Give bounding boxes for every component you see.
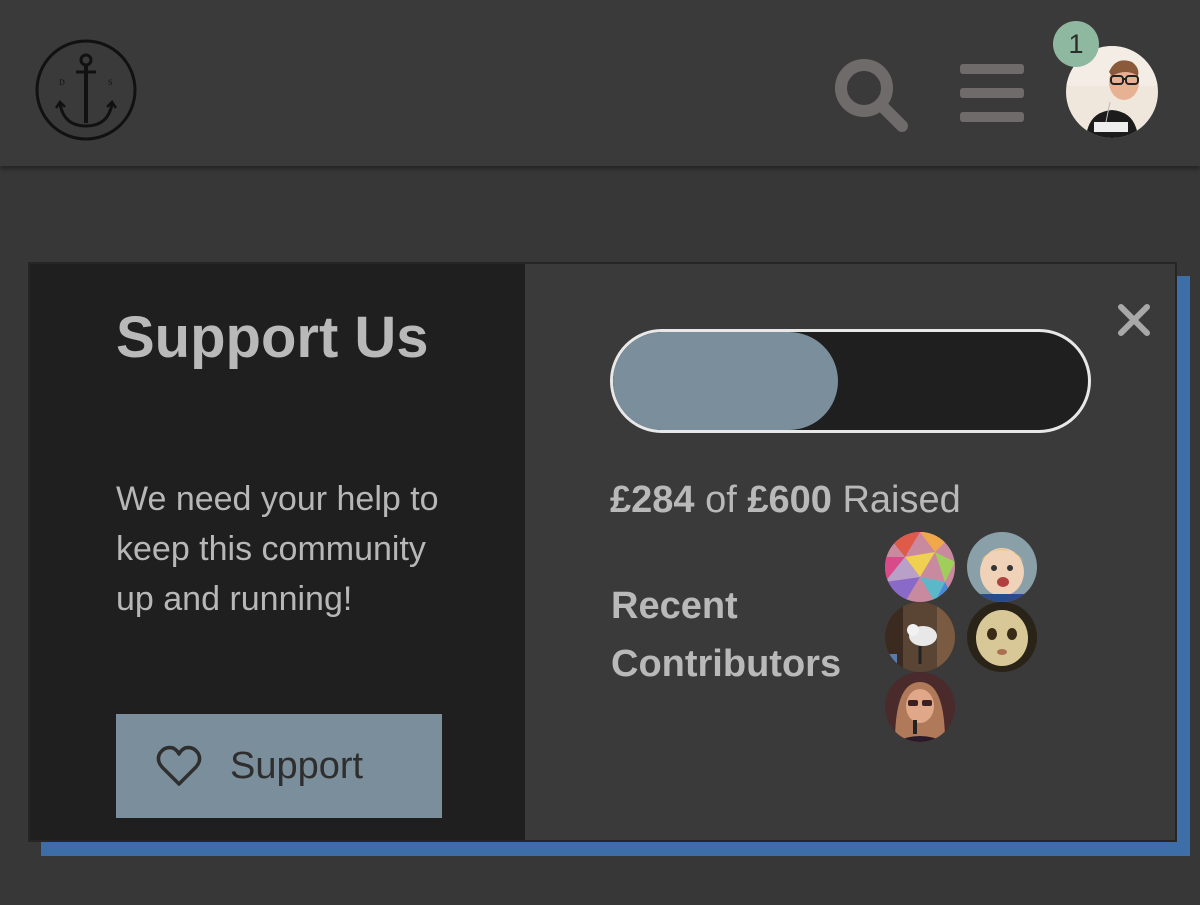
raised-amount: £284	[610, 479, 695, 521]
support-button-label: Support	[230, 744, 364, 787]
support-card: Support Us We need your help to keep thi…	[28, 262, 1177, 842]
top-header: D S 1	[0, 0, 1200, 166]
support-description: We need your help to keep this community…	[116, 480, 439, 618]
anchor-logo-icon[interactable]: D S	[34, 38, 138, 142]
contributor-avatar[interactable]	[885, 532, 955, 602]
logo-letter-d: D	[59, 78, 65, 87]
raised-summary: £284 of £600 Raised	[610, 477, 961, 523]
close-icon[interactable]	[1114, 300, 1154, 340]
search-icon[interactable]	[832, 56, 912, 136]
raised-suffix: Raised	[842, 479, 961, 521]
contributor-avatar[interactable]	[967, 532, 1037, 602]
recent-contributors-label: Recent Contributors	[611, 585, 842, 685]
logo-letter-s: S	[108, 78, 112, 87]
contributor-avatar[interactable]	[967, 602, 1037, 672]
notification-badge[interactable]: 1	[1053, 21, 1099, 67]
contributor-avatar[interactable]	[885, 602, 955, 672]
heart-icon	[156, 745, 202, 786]
donation-progress-fill	[613, 332, 838, 430]
contributor-avatar[interactable]	[885, 672, 955, 742]
support-card-left-panel: Support Us We need your help to keep thi…	[30, 264, 525, 840]
support-title: Support Us	[116, 305, 429, 370]
goal-amount: £600	[747, 479, 832, 521]
support-button[interactable]: Support	[116, 714, 442, 818]
raised-of: of	[705, 479, 737, 521]
donation-progress-bar	[610, 329, 1091, 433]
hamburger-menu-icon[interactable]	[958, 62, 1026, 124]
